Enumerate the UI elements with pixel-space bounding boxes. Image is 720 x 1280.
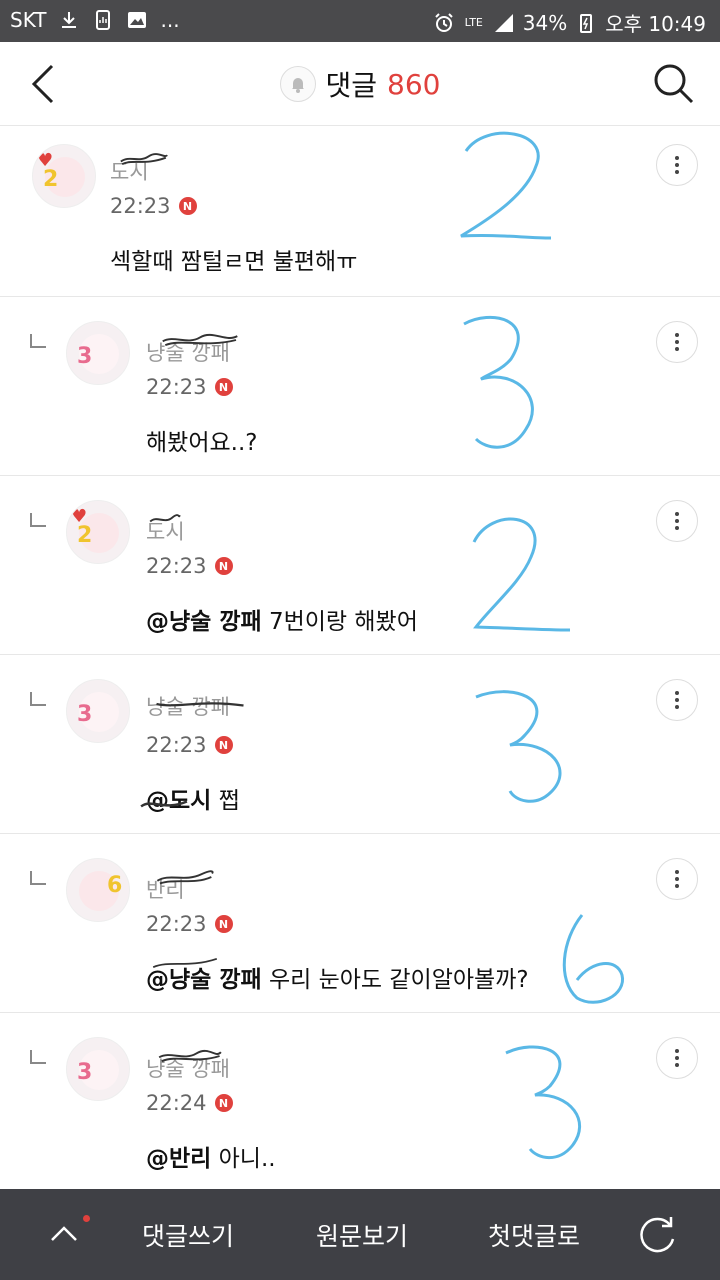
page-title: 댓글 [325, 69, 378, 102]
redaction-scribble [140, 800, 188, 808]
mention[interactable]: @반리 [146, 1146, 211, 1172]
scroll-top-chevron-icon[interactable] [44, 1214, 84, 1254]
new-badge: N [214, 736, 233, 754]
new-badge: N [214, 378, 233, 396]
view-original-button[interactable]: 원문보기 [316, 1217, 408, 1253]
download-icon [62, 12, 77, 28]
avatar[interactable]: ♥ 2 [66, 500, 130, 564]
avatar[interactable]: 3 [66, 1037, 130, 1101]
comment-text: @반리 아니.. [146, 1146, 276, 1172]
carrier-label: SKT [10, 8, 47, 32]
comment-text: 섹할때 짬털ㄹ면 불편해ㅠ [110, 249, 358, 275]
comment-time: 22:23 N [146, 554, 233, 578]
reply-indicator-icon [30, 871, 46, 885]
search-icon[interactable] [650, 60, 698, 108]
notification-dot [83, 1215, 90, 1222]
handwritten-annotation [463, 316, 534, 449]
more-options-button[interactable] [656, 500, 698, 542]
comment-text: @냥술 깡패 7번이랑 해봤어 [146, 609, 418, 635]
redaction-scribble [156, 870, 214, 885]
handwritten-annotation [472, 517, 571, 632]
redaction-scribble [162, 333, 238, 347]
comment-item: ♥ 2 도시 22:23 N @냥술 깡패 7번이랑 해봤어 [0, 476, 720, 655]
comment-item: 3 냥술 깡패 22:23 N @도시 쩝 [0, 655, 720, 834]
comment-item: 3 냥술 깡패 22:24 N @반리 아니.. [0, 1013, 720, 1192]
write-comment-button[interactable]: 댓글쓰기 [142, 1217, 234, 1253]
comment-time: 22:23 N [110, 194, 197, 218]
redaction-scribble [149, 514, 181, 523]
handwritten-annotation [505, 1045, 582, 1160]
comment-item: 3 냥술 깡패 22:23 N 해봤어요..? [0, 297, 720, 476]
more-options-button[interactable] [656, 679, 698, 721]
handwritten-annotation [475, 690, 562, 803]
reply-indicator-icon [30, 334, 46, 348]
level-badge: 3 [77, 702, 93, 727]
redaction-scribble [158, 1049, 222, 1063]
comment-list: ♥ 2 도시 22:23 N 섹할때 짬털ㄹ면 불편해ㅠ 3 냥술 깡패 22:2… [0, 126, 720, 1192]
battery-charging-icon [580, 13, 593, 33]
new-badge: N [214, 557, 233, 575]
handwritten-annotation [562, 914, 624, 1004]
clock: 오후 10:49 [605, 12, 706, 36]
image-icon [128, 12, 147, 28]
redaction-scribble [156, 702, 244, 707]
header-title-group: 댓글 860 [0, 64, 720, 104]
redaction-scribble [120, 153, 168, 166]
more-options-button[interactable] [656, 858, 698, 900]
avatar[interactable]: 6 [66, 858, 130, 922]
comment-time: 22:23 N [146, 912, 233, 936]
lte-indicator: LTE [464, 15, 483, 29]
more-options-button[interactable] [656, 321, 698, 363]
comment-time: 22:23 N [146, 375, 233, 399]
more-options-button[interactable] [656, 144, 698, 186]
avatar[interactable]: 3 [66, 679, 130, 743]
level-badge: 3 [77, 344, 93, 369]
phone-data-icon [96, 10, 111, 30]
comment-time: 22:23 N [146, 733, 233, 757]
comment-text: 해봤어요..? [146, 430, 258, 456]
level-badge: 2 [43, 167, 59, 192]
level-badge: 3 [77, 1060, 93, 1085]
reply-indicator-icon [30, 1050, 46, 1064]
more-notifications: ... [160, 8, 180, 32]
avatar[interactable]: 3 [66, 321, 130, 385]
reply-indicator-icon [30, 692, 46, 706]
new-badge: N [178, 197, 197, 215]
new-badge: N [214, 1094, 233, 1112]
battery-percent: 34% [522, 10, 568, 35]
bottom-toolbar: 댓글쓰기 원문보기 첫댓글로 [0, 1189, 720, 1280]
more-options-button[interactable] [656, 1037, 698, 1079]
new-badge: N [214, 915, 233, 933]
comment-count: 860 [387, 67, 441, 101]
avatar[interactable]: ♥ 2 [32, 144, 96, 208]
comment-time: 22:24 N [146, 1091, 233, 1115]
status-bar: SKT ... LTE 34% 오후 10:49 [0, 0, 720, 42]
level-badge: 6 [107, 873, 123, 898]
comment-item: 6 반리 22:23 N @냥술 깡패 우리 눈아도 같이알아볼까? [0, 834, 720, 1013]
level-badge: 2 [77, 523, 93, 548]
signal-icon [494, 13, 513, 32]
alarm-icon [435, 12, 453, 32]
refresh-icon[interactable] [634, 1211, 680, 1257]
redaction-scribble [152, 957, 218, 969]
header: 댓글 860 [0, 42, 720, 126]
reply-indicator-icon [30, 513, 46, 527]
comment-item: ♥ 2 도시 22:23 N 섹할때 짬털ㄹ면 불편해ㅠ [0, 126, 720, 297]
bell-icon[interactable] [279, 66, 316, 102]
first-comment-button[interactable]: 첫댓글로 [488, 1217, 580, 1253]
mention[interactable]: @냥술 깡패 [146, 609, 262, 635]
handwritten-annotation [460, 131, 552, 240]
